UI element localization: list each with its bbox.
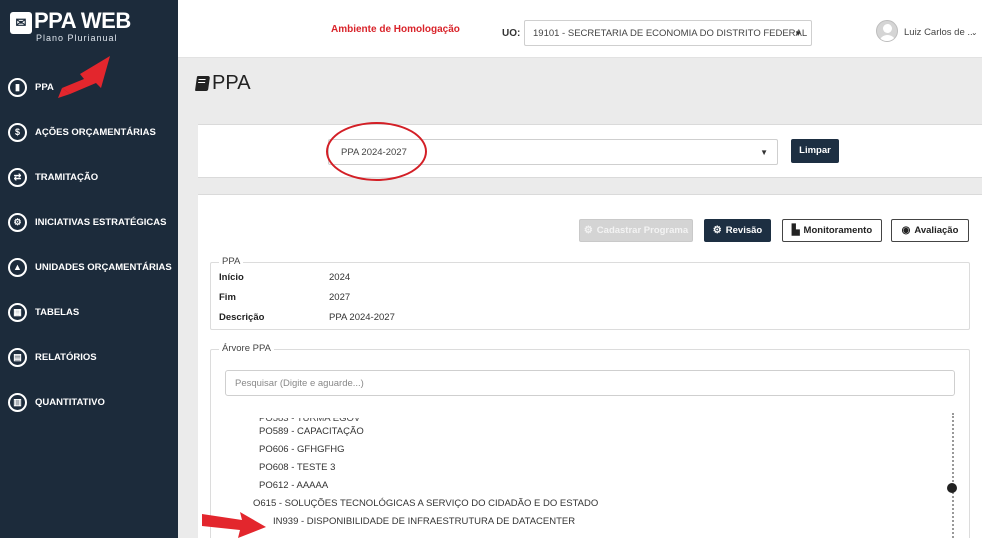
sidebar-item-relatorios[interactable]: ▤ RELATÓRIOS: [0, 344, 178, 389]
user-name[interactable]: Luiz Carlos de ...: [904, 27, 975, 38]
sidebar-item-label: AÇÕES ORÇAMENTÁRIAS: [35, 127, 156, 138]
uo-select-value: 19101 - SECRETARIA DE ECONOMIA DO DISTRI…: [533, 28, 808, 39]
book-icon: ▮: [8, 78, 27, 97]
ppa-info-value: PPA 2024-2027: [329, 312, 395, 323]
cadastrar-programa-button[interactable]: ⚙ Cadastrar Programa: [579, 219, 693, 242]
bank-icon: ▲: [8, 258, 27, 277]
sidebar-item-acoes-orcamentarias[interactable]: $ AÇÕES ORÇAMENTÁRIAS: [0, 119, 178, 164]
main-content: ⚙ Cadastrar Programa ⚙ Revisão ▙ Monitorame…: [198, 194, 982, 538]
sidebar-item-tabelas[interactable]: ▦ TABELAS: [0, 299, 178, 344]
revisao-button[interactable]: ⚙ Revisão: [704, 219, 771, 242]
ppa-tree: PO583 - TURMA EGOV PO589 - CAPACITAÇÃO P…: [253, 418, 598, 534]
annotation-arrow-icon: [58, 56, 110, 98]
logo-subtitle: Plano Plurianual: [36, 33, 118, 43]
sidebar-item-label: QUANTITATIVO: [35, 397, 105, 408]
tree-scrollbar[interactable]: [952, 413, 954, 538]
monitoramento-button[interactable]: ▙ Monitoramento: [782, 219, 882, 242]
page-header: PPA: [178, 58, 982, 108]
logo-title: PPA WEB: [34, 8, 131, 33]
app-logo[interactable]: ✉ PPA WEB Plano Plurianual: [10, 8, 170, 52]
ppa-info-row: Descrição PPA 2024-2027: [219, 312, 395, 323]
environment-label: Ambiente de Homologação: [331, 24, 460, 35]
page-title: PPA: [212, 72, 251, 94]
clipboard-icon: ▙: [791, 225, 800, 236]
ppa-info-key: Descrição: [219, 312, 265, 323]
dashboard-icon: ◉: [901, 225, 911, 236]
ppa-info-row: Início 2024: [219, 272, 350, 283]
sidebar-item-unidades-orcamentarias[interactable]: ▲ UNIDADES ORÇAMENTÁRIAS: [0, 254, 178, 299]
tree-item[interactable]: PO606 - GFHGFHG: [259, 444, 598, 462]
tree-item[interactable]: PO608 - TESTE 3: [259, 462, 598, 480]
tree-item[interactable]: PO612 - AAAAA: [259, 480, 598, 498]
ppa-info-value: 2024: [329, 272, 351, 283]
monitoramento-label: Monitoramento: [803, 225, 873, 236]
top-bar: Ambiente de Homologação UO: 19101 - SECR…: [178, 0, 982, 58]
file-icon: ▤: [8, 348, 27, 367]
sidebar-item-iniciativas-estrategicas[interactable]: ⚙ INICIATIVAS ESTRATÉGICAS: [0, 209, 178, 254]
logo-mark-icon: ✉: [10, 12, 32, 34]
cogs-icon: ⚙: [712, 225, 722, 236]
avaliacao-button[interactable]: ◉ Avaliação: [891, 219, 969, 242]
sitemap-icon: ⚙: [8, 213, 27, 232]
uo-select[interactable]: 19101 - SECRETARIA DE ECONOMIA DO DISTRI…: [524, 20, 812, 46]
avaliacao-label: Avaliação: [914, 225, 959, 236]
tree-item[interactable]: PO583 - TURMA EGOV: [259, 418, 598, 426]
tree-search-input[interactable]: Pesquisar (Digite e aguarde...): [225, 370, 955, 396]
transfer-icon: ⇄: [8, 168, 27, 187]
tree-item[interactable]: IN939 - DISPONIBILIDADE DE INFRAESTRUTUR…: [273, 516, 598, 534]
ppa-info-fieldset: PPA Início 2024 Fim 2027 Descrição PPA 2024…: [210, 256, 970, 330]
filter-panel: PPA 2024-2027 ▼ Limpar: [198, 124, 982, 178]
ppa-tree-fieldset: Árvore PPA Pesquisar (Digite e aguarde..…: [210, 343, 970, 538]
sidebar-nav: ▮ PPA $ AÇÕES ORÇAMENTÁRIAS ⇄ TRAMITAÇÃO…: [0, 74, 178, 434]
tree-item[interactable]: PO589 - CAPACITAÇÃO: [259, 426, 598, 444]
caret-down-icon: ▼: [794, 29, 802, 38]
ppa-info-key: Início: [219, 272, 244, 283]
sidebar-item-label: TRAMITAÇÃO: [35, 172, 99, 183]
sidebar-item-label: INICIATIVAS ESTRATÉGICAS: [35, 217, 167, 228]
ppa-info-row: Fim 2027: [219, 292, 350, 303]
avatar[interactable]: [876, 20, 898, 42]
sidebar-item-quantitativo[interactable]: ▥ QUANTITATIVO: [0, 389, 178, 434]
clear-button[interactable]: Limpar: [791, 139, 839, 163]
sidebar-item-label: TABELAS: [35, 307, 80, 318]
sidebar-item-tramitacao[interactable]: ⇄ TRAMITAÇÃO: [0, 164, 178, 209]
table-icon: ▦: [8, 303, 27, 322]
ppa-info-legend: PPA: [219, 256, 244, 267]
caret-down-icon: ▼: [760, 148, 768, 157]
gear-icon: ⚙: [583, 225, 593, 236]
dollar-icon: $: [8, 123, 27, 142]
chevron-down-icon[interactable]: ⌄: [971, 28, 978, 37]
revisao-label: Revisão: [725, 225, 763, 236]
sidebar-item-label: PPA: [35, 82, 54, 93]
chart-icon: ▥: [8, 393, 27, 412]
ppa-info-value: 2027: [329, 292, 351, 303]
tree-scrollbar-thumb[interactable]: [947, 483, 957, 493]
annotation-arrow-icon: [202, 512, 266, 538]
ppa-info-key: Fim: [219, 292, 236, 303]
tree-item[interactable]: O615 - SOLUÇÕES TECNOLÓGICAS A SERVIÇO D…: [253, 498, 598, 516]
ppa-tree-legend: Árvore PPA: [219, 343, 274, 354]
cadastrar-programa-label: Cadastrar Programa: [596, 225, 689, 236]
book-icon: [194, 76, 211, 91]
page-title-wrap: PPA: [194, 72, 251, 95]
highlight-ellipse: [326, 122, 427, 181]
uo-label: UO:: [502, 28, 521, 39]
sidebar-item-label: RELATÓRIOS: [35, 352, 97, 363]
sidebar-item-label: UNIDADES ORÇAMENTÁRIAS: [35, 262, 172, 273]
